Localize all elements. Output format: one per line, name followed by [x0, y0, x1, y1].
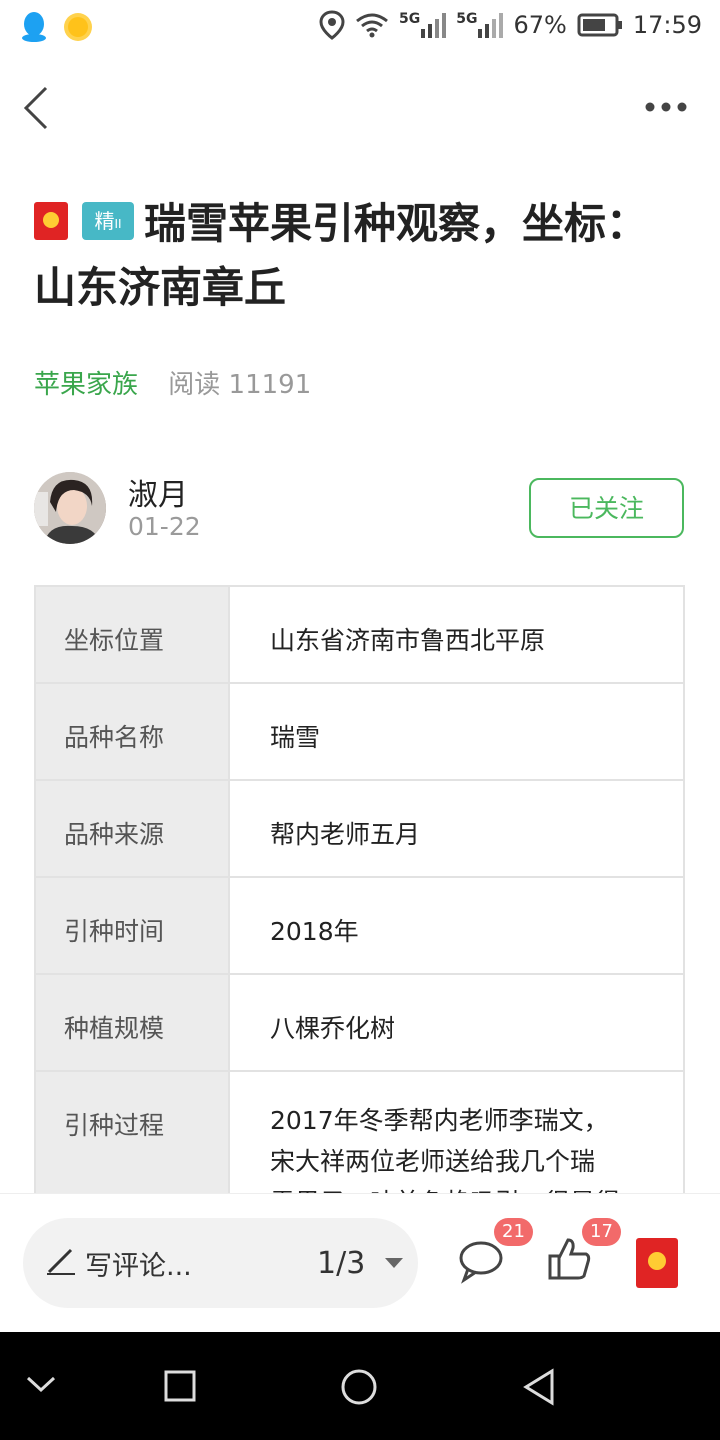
- sun-weather-icon: [64, 13, 92, 41]
- system-nav-bar: [0, 1332, 720, 1440]
- info-table: 坐标位置 山东省济南市鲁西北平原 品种名称 瑞雪 品种来源 帮内老师五月 引种时…: [34, 585, 685, 1272]
- top-nav: [0, 60, 720, 156]
- home-icon[interactable]: [340, 1368, 378, 1406]
- read-count: 阅读 11191: [168, 370, 312, 400]
- table-value: 八棵乔化树: [228, 973, 685, 1072]
- red-envelope-button[interactable]: [636, 1238, 678, 1288]
- article-title-block: 精II 瑞雪苹果引种观察，坐标：山东济南章丘: [34, 192, 684, 320]
- battery-icon: [577, 13, 622, 37]
- table-value: 2018年: [228, 876, 685, 975]
- table-row: 品种名称 瑞雪: [34, 682, 685, 781]
- red-envelope-icon: [34, 201, 68, 240]
- featured-badge-sub: II: [114, 216, 122, 231]
- table-value-line: 2017年冬季帮内老师李瑞文，: [270, 1106, 609, 1135]
- more-options-icon[interactable]: [644, 100, 688, 114]
- comment-input[interactable]: 写评论... 1/3: [23, 1218, 418, 1308]
- post-date: 01-22: [128, 512, 201, 541]
- signal-1: 5G: [399, 11, 447, 39]
- comment-count-badge: 21: [494, 1218, 533, 1246]
- table-key: 品种来源: [34, 779, 230, 878]
- like-count-badge: 17: [582, 1218, 621, 1246]
- back-arrow-icon[interactable]: [22, 84, 52, 132]
- signal-bars-icon: [421, 13, 447, 38]
- table-row: 引种时间 2018年: [34, 876, 685, 975]
- status-bar: 5G 5G 67% 17:59: [0, 0, 720, 56]
- table-row: 品种来源 帮内老师五月: [34, 779, 685, 878]
- table-key: 品种名称: [34, 682, 230, 781]
- table-value: 山东省济南市鲁西北平原: [228, 585, 685, 684]
- group-link[interactable]: 苹果家族: [34, 370, 138, 400]
- follow-button[interactable]: 已关注: [529, 478, 684, 538]
- table-key: 种植规模: [34, 973, 230, 1072]
- table-value: 瑞雪: [228, 682, 685, 781]
- recent-apps-icon[interactable]: [164, 1370, 196, 1402]
- avatar[interactable]: [34, 472, 106, 544]
- clock: 17:59: [632, 11, 702, 39]
- table-row: 种植规模 八棵乔化树: [34, 973, 685, 1072]
- hide-keyboard-icon[interactable]: [24, 1372, 58, 1396]
- network-type-label: 5G: [456, 11, 478, 27]
- network-type-label: 5G: [399, 11, 421, 27]
- location-icon: [319, 10, 345, 40]
- table-key: 引种时间: [34, 876, 230, 975]
- thumbs-up-icon: [548, 1238, 591, 1280]
- wifi-icon: [356, 13, 388, 38]
- comment-placeholder: 写评论...: [85, 1251, 192, 1282]
- back-icon[interactable]: [522, 1368, 556, 1406]
- battery-percent: 67%: [513, 11, 567, 39]
- avatar-portrait: [34, 472, 106, 544]
- table-value-line: 宋大祥两位老师送给我几个瑞: [270, 1147, 596, 1176]
- featured-badge-label: 精: [94, 208, 115, 233]
- featured-badge: 精II: [82, 201, 134, 240]
- signal-2: 5G: [456, 11, 504, 39]
- bottom-action-bar: 写评论... 1/3 21 17: [0, 1193, 720, 1334]
- table-row: 坐标位置 山东省济南市鲁西北平原: [34, 585, 685, 684]
- page-indicator[interactable]: 1/3: [317, 1246, 365, 1281]
- page-dropdown-icon[interactable]: [385, 1258, 403, 1268]
- red-envelope-icon: [648, 1252, 666, 1270]
- table-value: 帮内老师五月: [228, 779, 685, 878]
- comment-bubble-icon: [459, 1241, 503, 1284]
- article-meta: 苹果家族 阅读 11191: [34, 364, 311, 401]
- table-key: 坐标位置: [34, 585, 230, 684]
- like-button[interactable]: 17: [548, 1218, 621, 1284]
- qq-icon: [22, 12, 46, 42]
- author-name[interactable]: 淑月: [128, 470, 188, 514]
- comments-button[interactable]: 21: [458, 1218, 533, 1286]
- signal-bars-icon: [478, 13, 504, 38]
- pencil-icon: [47, 1248, 75, 1275]
